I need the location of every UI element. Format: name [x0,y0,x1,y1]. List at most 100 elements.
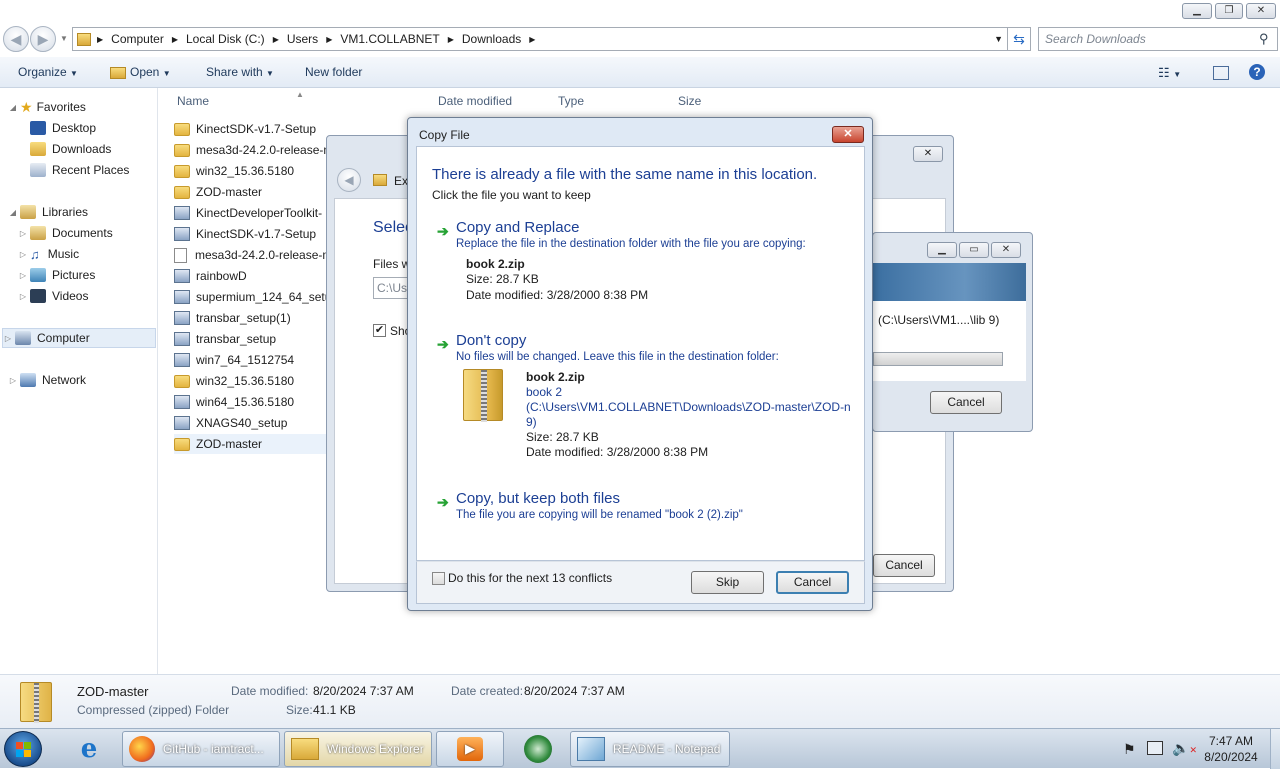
close-button[interactable]: ✕ [1246,3,1276,19]
show-desktop-button[interactable] [1270,729,1280,769]
start-button[interactable] [4,731,42,767]
file-row[interactable]: win32_15.36.5180 [174,161,326,181]
network-status-icon[interactable] [1147,741,1163,755]
file-row[interactable]: win7_64_1512754 [174,350,326,370]
dont-copy-title[interactable]: Don't copy [456,332,526,349]
task-windows-explorer[interactable]: Windows Explorer [284,731,432,767]
cancel-button[interactable]: Cancel [776,571,849,594]
expand-arrow-icon[interactable]: ▷ [18,271,28,280]
nav-network[interactable]: ▷ Network [8,370,86,390]
file-row[interactable]: KinectDeveloperToolkit- [174,203,326,223]
preview-pane-icon[interactable] [1213,66,1229,80]
nav-pictures[interactable]: ▷ Pictures [18,265,95,285]
breadcrumb-local-disk[interactable]: Local Disk (C:) [186,32,265,46]
file-row[interactable]: KinectSDK-v1.7-Setup [174,119,326,139]
chevron-right-icon[interactable]: ▶ [97,35,103,44]
nav-computer[interactable]: ▷ Computer [2,328,156,348]
address-bar[interactable]: ▶ Computer ▶ Local Disk (C:) ▶ Users ▶ V… [72,27,1030,51]
internet-explorer-icon[interactable]: e [72,734,106,764]
breadcrumb-computer[interactable]: Computer [111,32,164,46]
file-row[interactable]: XNAGS40_setup [174,413,326,433]
expand-arrow-icon[interactable]: ▷ [18,250,28,259]
expand-arrow-icon[interactable]: ▷ [3,334,13,343]
search-input[interactable]: Search Downloads [1038,27,1278,51]
music-icon: ♫ [30,246,40,262]
back-button[interactable]: ◀ [3,26,29,52]
help-icon[interactable]: ? [1249,64,1265,80]
minimize-button[interactable]: ▁ [927,242,957,258]
file-name: rainbowD [196,269,247,283]
details-modified: 8/20/2024 7:37 AM [313,684,414,698]
chevron-right-icon[interactable]: ▶ [326,35,332,44]
chevron-right-icon[interactable]: ▶ [448,35,454,44]
chevron-right-icon[interactable]: ▶ [529,35,535,44]
share-with-button[interactable]: Share with ▼ [206,65,274,79]
clock[interactable]: 7:47 AM 8/20/2024 [1196,734,1266,764]
open-button[interactable]: Open ▼ [110,65,171,79]
recent-pages-chevron-icon[interactable]: ▼ [60,34,68,43]
expand-arrow-icon[interactable]: ▷ [18,229,28,238]
file-row[interactable]: win32_15.36.5180 [174,371,326,391]
task-notepad[interactable]: README - Notepad [570,731,730,767]
maximize-button[interactable]: ▭ [959,242,989,258]
column-size[interactable]: Size [678,94,701,108]
action-center-flag-icon[interactable]: ⚑ [1123,741,1136,758]
breadcrumb-downloads[interactable]: Downloads [462,32,521,46]
chevron-right-icon[interactable]: ▶ [172,35,178,44]
minimize-button[interactable]: ▁ [1182,3,1212,19]
do-this-checkbox[interactable] [432,572,445,585]
file-row[interactable]: rainbowD [174,266,326,286]
nav-music[interactable]: ▷ ♫ Music [18,244,79,264]
file-row[interactable]: transbar_setup [174,329,326,349]
expand-arrow-icon[interactable]: ▷ [8,376,18,385]
task-github[interactable]: GitHub - iamtract... [122,731,280,767]
nav-favorites[interactable]: ◢ ★ Favorites [8,97,86,117]
close-button[interactable]: ✕ [913,146,943,162]
view-options-icon[interactable]: ☷ ▼ [1158,65,1181,81]
progress-cancel-button[interactable]: Cancel [930,391,1002,414]
expand-arrow-icon[interactable]: ◢ [8,103,18,112]
breadcrumb-users[interactable]: Users [287,32,318,46]
replace-desc: Replace the file in the destination fold… [456,238,806,250]
column-name[interactable]: Name [177,94,209,108]
file-row[interactable]: ZOD-master [174,434,326,454]
nav-recent-places[interactable]: Recent Places [30,160,129,180]
file-row[interactable]: KinectSDK-v1.7-Setup [174,224,326,244]
keep-both-title[interactable]: Copy, but keep both files [456,490,620,507]
file-row[interactable]: transbar_setup(1) [174,308,326,328]
file-row[interactable]: supermium_124_64_setu [174,287,326,307]
close-button[interactable]: ✕ [832,126,864,143]
column-date-modified[interactable]: Date modified [438,94,512,108]
nav-videos[interactable]: ▷ Videos [18,286,88,306]
nav-documents[interactable]: ▷ Documents [18,223,113,243]
nav-libraries[interactable]: ◢ Libraries [8,202,88,222]
organize-button[interactable]: Organize ▼ [18,65,78,79]
close-button[interactable]: ✕ [991,242,1021,258]
nav-desktop[interactable]: Desktop [30,118,96,138]
file-row[interactable]: ZOD-master [174,182,326,202]
breadcrumb-user[interactable]: VM1.COLLABNET [340,32,439,46]
restore-button[interactable]: ❐ [1215,3,1243,19]
wizard-cancel-button[interactable]: Cancel [873,554,935,577]
address-dropdown-icon[interactable]: ▼ [994,34,1003,44]
expand-arrow-icon[interactable]: ▷ [18,292,28,301]
chevron-right-icon[interactable]: ▶ [273,35,279,44]
forward-button[interactable]: ▶ [30,26,56,52]
file-row[interactable]: mesa3d-24.2.0-release-m [174,140,326,160]
new-folder-button[interactable]: New folder [305,65,362,79]
show-files-checkbox[interactable]: ✔ [373,324,386,337]
expand-arrow-icon[interactable]: ◢ [8,208,18,217]
task-app[interactable] [508,731,566,767]
file-row[interactable]: win64_15.36.5180 [174,392,326,412]
search-icon[interactable]: ⚲ [1259,31,1269,47]
back-button[interactable]: ◀ [337,168,361,192]
nav-downloads[interactable]: Downloads [30,139,111,159]
skip-button[interactable]: Skip [691,571,764,594]
replace-title[interactable]: Copy and Replace [456,219,579,236]
file-row[interactable]: mesa3d-24.2.0-release-m [174,245,326,265]
volume-muted-icon[interactable]: 🔈✕ [1172,740,1197,757]
refresh-icon[interactable]: ⇆ [1007,27,1031,51]
column-type[interactable]: Type [558,94,584,108]
zip-folder-icon [463,369,503,422]
task-media-player[interactable]: ▶ [436,731,504,767]
